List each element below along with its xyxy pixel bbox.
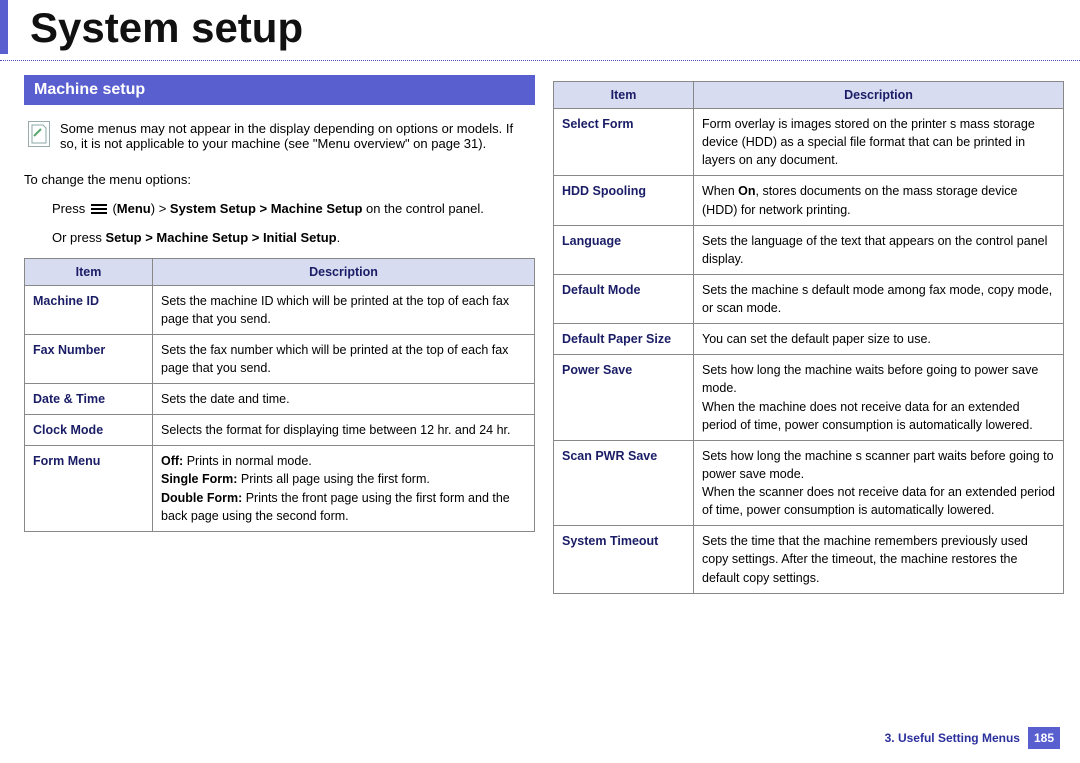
page-title: System setup <box>0 0 1080 54</box>
item-cell: System Timeout <box>554 526 694 593</box>
off-text: Prints in normal mode. <box>183 454 312 468</box>
desc-cell: Sets how long the machine s scanner part… <box>694 440 1064 526</box>
intro-line: To change the menu options: <box>24 171 535 190</box>
path-bold: System Setup > Machine Setup <box>170 201 363 216</box>
off-label: Off: <box>161 454 183 468</box>
table-row: Language Sets the language of the text t… <box>554 225 1064 274</box>
item-cell: Power Save <box>554 355 694 441</box>
th-desc: Description <box>153 258 535 285</box>
table-row: Default Mode Sets the machine s default … <box>554 274 1064 323</box>
item-cell: Scan PWR Save <box>554 440 694 526</box>
note-text: Some menus may not appear in the display… <box>60 121 531 151</box>
hdd-on: On <box>738 184 755 198</box>
page-footer: 3. Useful Setting Menus 185 <box>885 727 1060 749</box>
desc-cell: Off: Prints in normal mode. Single Form:… <box>153 446 535 532</box>
desc-cell: You can set the default paper size to us… <box>694 324 1064 355</box>
sp-p2: When the scanner does not receive data f… <box>702 483 1055 519</box>
gt1: ) > <box>151 201 170 216</box>
item-cell: Date & Time <box>25 384 153 415</box>
ps-p2: When the machine does not receive data f… <box>702 398 1055 434</box>
or-press-bold: Setup > Machine Setup > Initial Setup <box>105 230 336 245</box>
table-row: Clock Mode Selects the format for displa… <box>25 415 535 446</box>
item-cell: Select Form <box>554 109 694 176</box>
press-prefix: Press <box>52 201 89 216</box>
page-number-badge: 185 <box>1028 727 1060 749</box>
desc-cell: Sets the time that the machine remembers… <box>694 526 1064 593</box>
item-cell: Default Mode <box>554 274 694 323</box>
th-item: Item <box>25 258 153 285</box>
desc-cell: Sets the machine ID which will be printe… <box>153 285 535 334</box>
item-cell: Default Paper Size <box>554 324 694 355</box>
right-table: Item Description Select Form Form overla… <box>553 81 1064 594</box>
single-label: Single Form: <box>161 472 237 486</box>
table-row: Form Menu Off: Prints in normal mode. Si… <box>25 446 535 532</box>
or-press-prefix: Or press <box>52 230 105 245</box>
th-item: Item <box>554 82 694 109</box>
desc-cell: Sets the language of the text that appea… <box>694 225 1064 274</box>
item-cell: Clock Mode <box>25 415 153 446</box>
table-row: Scan PWR Save Sets how long the machine … <box>554 440 1064 526</box>
table-row: Select Form Form overlay is images store… <box>554 109 1064 176</box>
sp-p1: Sets how long the machine s scanner part… <box>702 447 1055 483</box>
two-column-layout: Machine setup Some menus may not appear … <box>0 75 1080 594</box>
desc-cell: Selects the format for displaying time b… <box>153 415 535 446</box>
note-icon <box>28 121 50 147</box>
table-row: Default Paper Size You can set the defau… <box>554 324 1064 355</box>
table-row: Date & Time Sets the date and time. <box>25 384 535 415</box>
single-text: Prints all page using the first form. <box>237 472 429 486</box>
item-cell: Fax Number <box>25 334 153 383</box>
menu-label-bold: Menu <box>117 201 151 216</box>
divider <box>0 60 1080 61</box>
left-column: Machine setup Some menus may not appear … <box>24 75 535 594</box>
ps-p1: Sets how long the machine waits before g… <box>702 361 1055 397</box>
desc-cell: Form overlay is images stored on the pri… <box>694 109 1064 176</box>
desc-cell: When On, stores documents on the mass st… <box>694 176 1064 225</box>
note-box: Some menus may not appear in the display… <box>28 121 531 151</box>
desc-cell: Sets the date and time. <box>153 384 535 415</box>
item-cell: Machine ID <box>25 285 153 334</box>
table-row: System Timeout Sets the time that the ma… <box>554 526 1064 593</box>
section-heading: Machine setup <box>24 75 535 105</box>
table-row: Power Save Sets how long the machine wai… <box>554 355 1064 441</box>
item-cell: HDD Spooling <box>554 176 694 225</box>
press-suffix: on the control panel. <box>362 201 483 216</box>
hdd-prefix: When <box>702 184 738 198</box>
desc-cell: Sets the fax number which will be printe… <box>153 334 535 383</box>
table-row: Fax Number Sets the fax number which wil… <box>25 334 535 383</box>
double-label: Double Form: <box>161 491 242 505</box>
item-cell: Language <box>554 225 694 274</box>
th-desc: Description <box>694 82 1064 109</box>
press-instruction: Press (Menu) > System Setup > Machine Se… <box>24 200 535 219</box>
or-press-instruction: Or press Setup > Machine Setup > Initial… <box>24 229 535 248</box>
desc-cell: Sets how long the machine waits before g… <box>694 355 1064 441</box>
item-cell: Form Menu <box>25 446 153 532</box>
table-row: HDD Spooling When On, stores documents o… <box>554 176 1064 225</box>
right-column: Item Description Select Form Form overla… <box>553 75 1064 594</box>
desc-cell: Sets the machine s default mode among fa… <box>694 274 1064 323</box>
or-press-suffix: . <box>337 230 341 245</box>
left-table: Item Description Machine ID Sets the mac… <box>24 258 535 532</box>
menu-icon <box>91 202 107 216</box>
footer-chapter: 3. Useful Setting Menus <box>885 731 1020 745</box>
table-row: Machine ID Sets the machine ID which wil… <box>25 285 535 334</box>
